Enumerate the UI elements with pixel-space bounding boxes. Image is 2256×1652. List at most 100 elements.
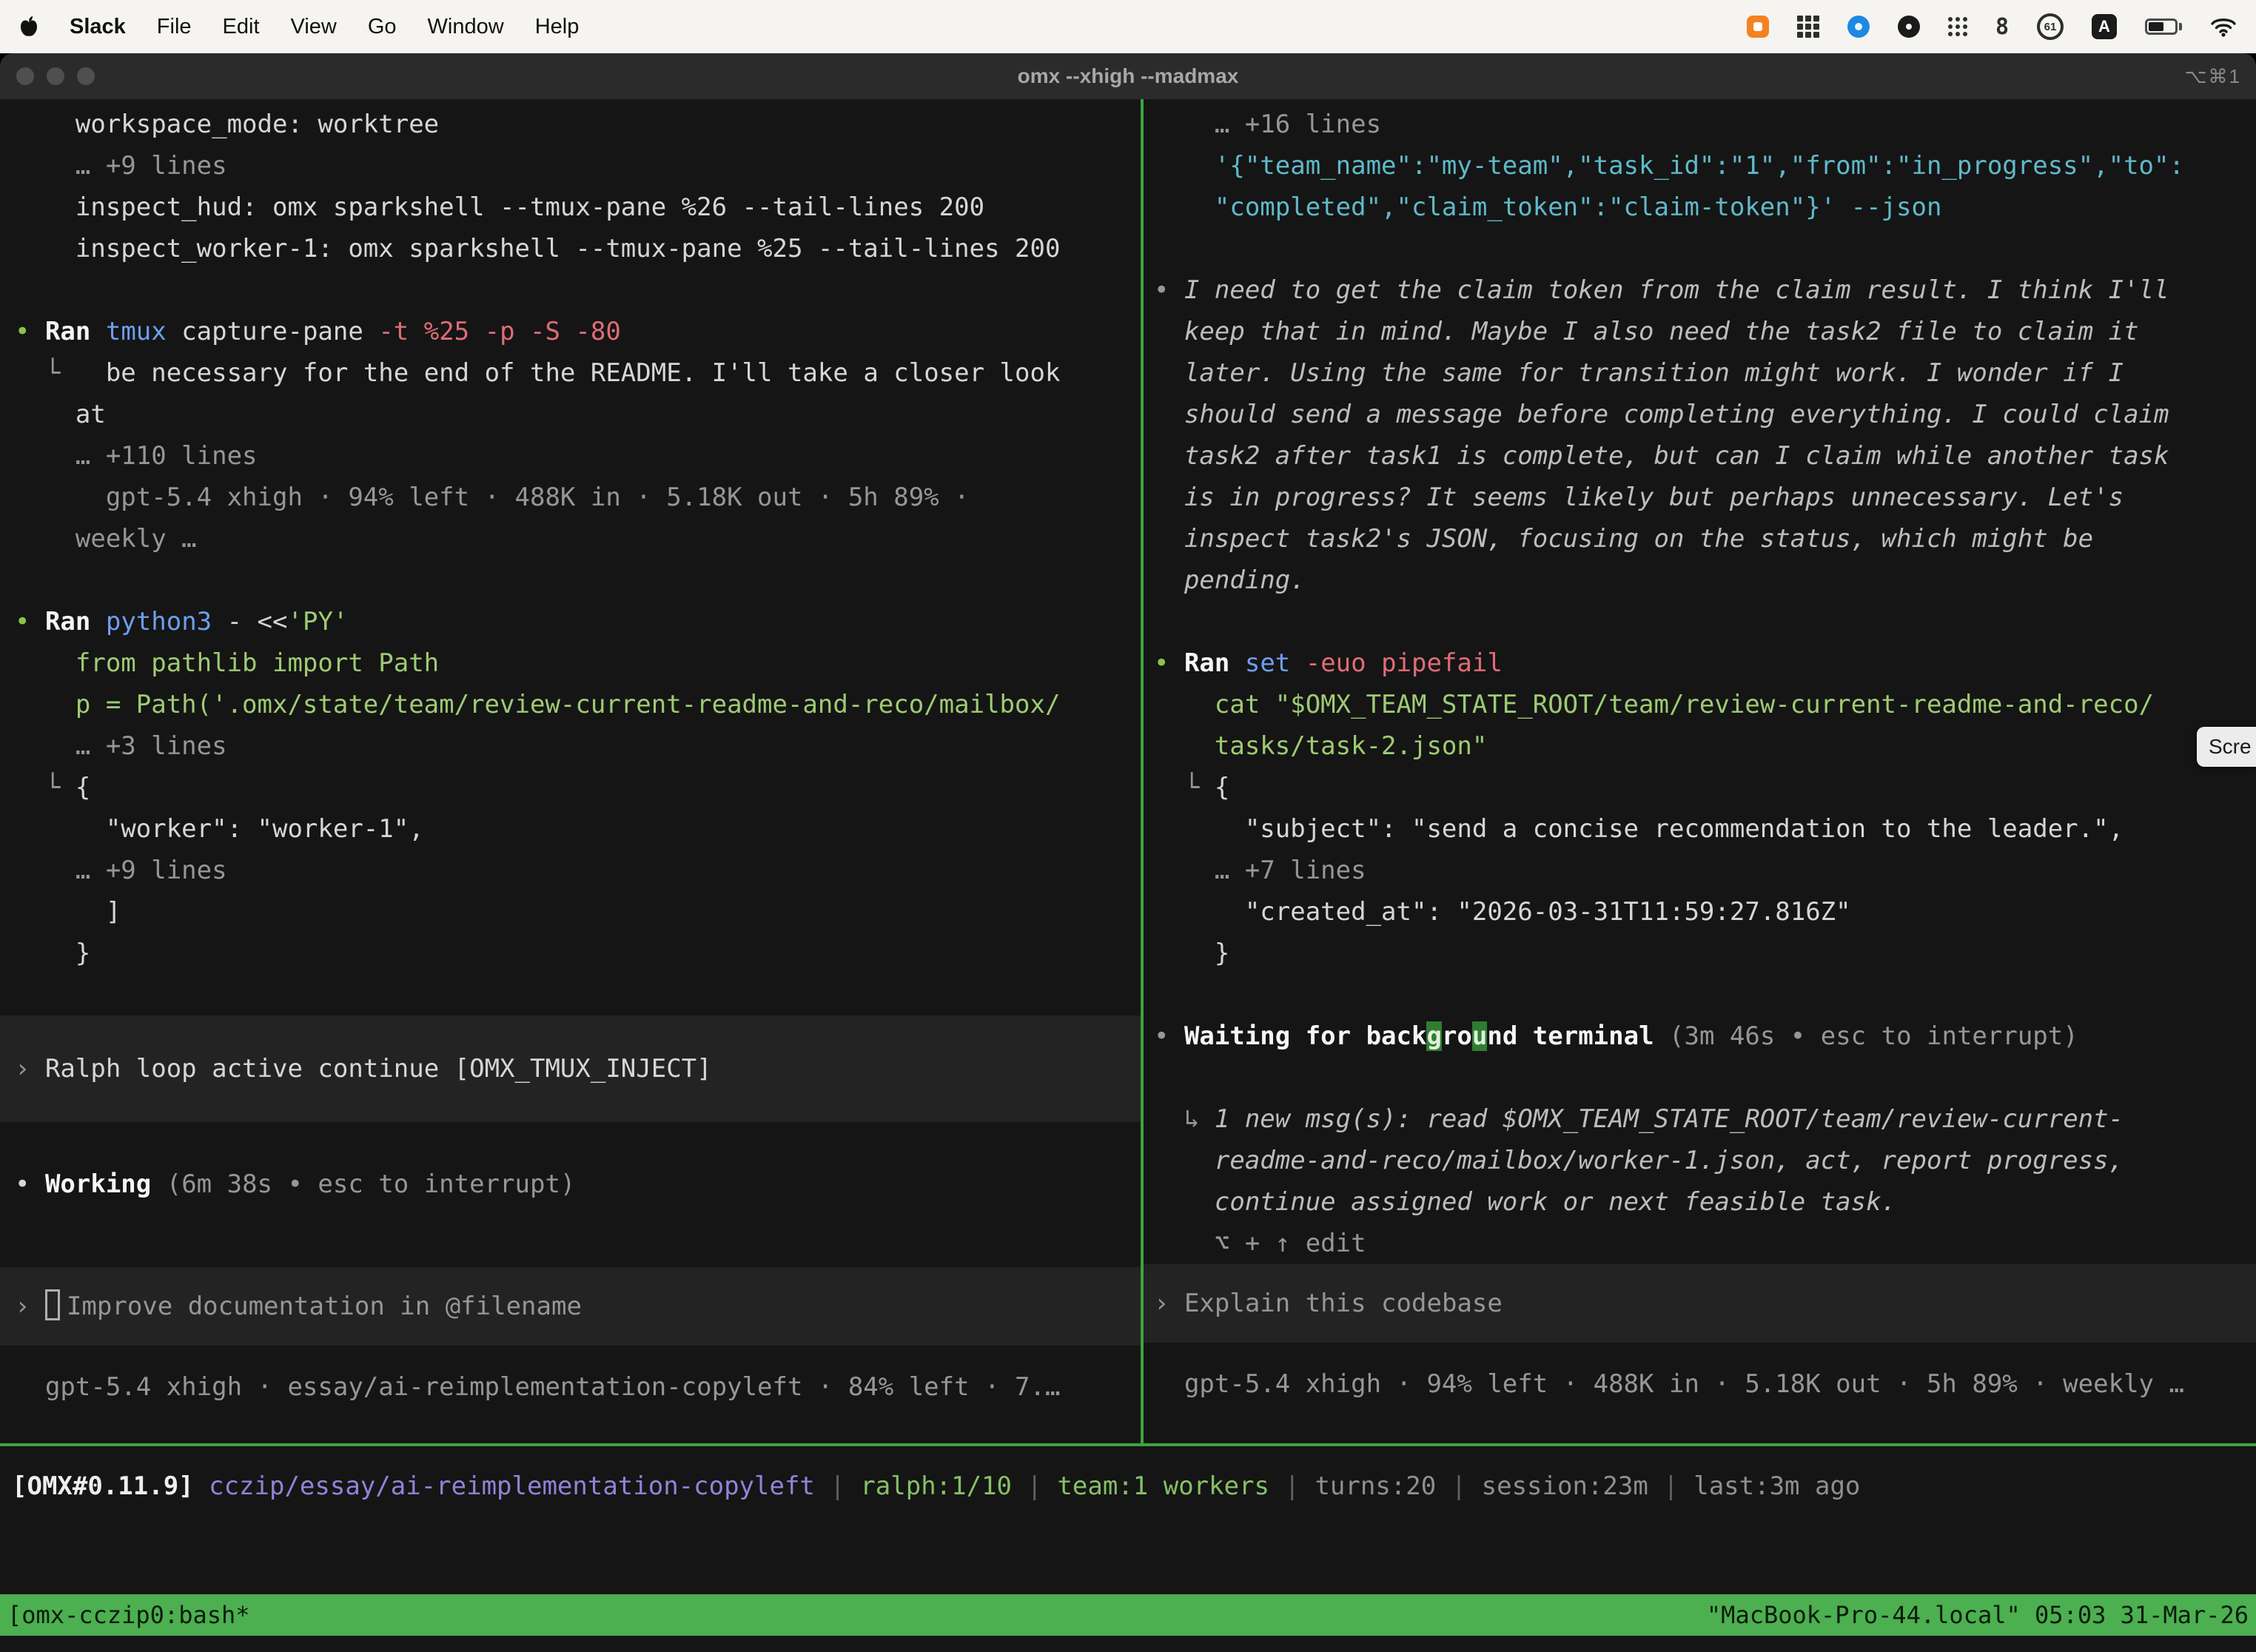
terminal-text: } [15, 939, 90, 968]
input-source-icon[interactable]: A [2092, 9, 2117, 44]
terminal-text: | [1648, 1471, 1693, 1501]
terminal-text: (6m 38s • esc to interrupt) [151, 1169, 575, 1199]
terminal-line: └ { [15, 767, 1141, 808]
terminal-line: "completed","claim_token":"claim-token"}… [1154, 187, 2256, 228]
terminal-line: inspect_hud: omx sparkshell --tmux-pane … [15, 187, 1141, 228]
terminal-text: … +110 lines [15, 441, 258, 471]
terminal-text: team:1 workers [1057, 1471, 1269, 1501]
terminal-text: "subject": "send a concise recommendatio… [1154, 814, 2124, 844]
terminal-text: "created_at": "2026-03-31T11:59:27.816Z" [1154, 897, 1851, 927]
terminal-line: └ { [1154, 767, 2256, 808]
terminal-text: turns:20 [1315, 1471, 1436, 1501]
terminal-text: p = Path('.omx/state/team/review-current… [15, 690, 1060, 719]
terminal-text: from pathlib import Path [15, 648, 439, 678]
terminal-text: } [1154, 939, 1229, 968]
terminal-text: gpt-5.4 xhigh · 94% left · 488K in · 5.1… [15, 483, 970, 512]
screen-recording-indicator-icon[interactable] [1747, 9, 1769, 44]
menu-item-edit[interactable]: Edit [223, 15, 260, 39]
minimize-button[interactable] [47, 67, 64, 85]
terminal-text: • [15, 1169, 45, 1199]
blue-orb-icon[interactable] [1847, 9, 1870, 44]
terminal-line: from pathlib import Path [15, 642, 1141, 684]
terminal-line: … +16 lines [1154, 104, 2256, 145]
terminal-line: gpt-5.4 xhigh · 94% left · 488K in · 5.1… [15, 477, 1141, 518]
battery-icon[interactable] [2145, 9, 2182, 44]
menu-item-help[interactable]: Help [535, 15, 580, 39]
close-button[interactable] [16, 67, 34, 85]
traffic-lights [16, 53, 95, 99]
composer-input[interactable]: › Explain this codebase [1144, 1264, 2256, 1343]
terminal-line: … +9 lines [15, 145, 1141, 187]
terminal-text: "worker": "worker-1", [15, 814, 424, 844]
terminal-text: Waiting for back [1184, 1021, 1427, 1051]
menu-bar-status-icons: 8 61 A [1747, 9, 2237, 44]
left-pane[interactable]: workspace_mode: worktree … +9 lines insp… [0, 99, 1141, 1443]
terminal-text: set [1245, 648, 1306, 678]
terminal-text: … +3 lines [15, 731, 227, 761]
terminal-text: gpt-5.4 xhigh · essay/ai-reimplementatio… [15, 1372, 1060, 1402]
omx-status-line: [OMX#0.11.9] cczip/essay/ai-reimplementa… [12, 1465, 2256, 1507]
terminal-text: -t %25 -p -S -80 [378, 317, 621, 346]
terminal-text: capture-pane [181, 317, 378, 346]
window-title: omx --xhigh --madmax [1018, 64, 1239, 88]
dots-grid-icon[interactable] [1948, 9, 1967, 44]
dark-circle-icon[interactable] [1898, 9, 1920, 44]
terminal-text: ralph:1/10 [860, 1471, 1012, 1501]
terminal-text: └ [15, 358, 106, 388]
queued-message: › Ralph loop active continue [OMX_TMUX_I… [0, 1015, 1141, 1122]
terminal-text: gpt-5.4 xhigh · 94% left · 488K in · 5.1… [1154, 1369, 2184, 1399]
terminal-text: ] [15, 897, 121, 927]
terminal-text: Working [45, 1169, 151, 1199]
terminal-line: continue assigned work or next feasible … [1154, 1181, 2256, 1223]
terminal-text: Ran [45, 317, 106, 346]
terminal-text: task2 after task1 is complete, but can I… [1154, 441, 2169, 471]
tmux-status-bar: [omx-cczip0:bash* "MacBook-Pro-44.local"… [0, 1594, 2256, 1636]
terminal-line: later. Using the same for transition mig… [1154, 352, 2256, 394]
terminal-text: ⌥ + ↑ edit [1154, 1229, 1366, 1258]
gripper-icon[interactable]: 8 [1995, 9, 2009, 44]
terminal-text: • [1154, 275, 1184, 305]
terminal-text: should send a message before completing … [1154, 400, 2169, 429]
pane-bottom-border [0, 1443, 2256, 1446]
menu-item-file[interactable]: File [157, 15, 192, 39]
battery-ring-icon[interactable]: 61 [2037, 9, 2064, 44]
terminal-text: (3m 46s • esc to interrupt) [1654, 1021, 2078, 1051]
terminal-text: be necessary for the end of the README. … [106, 358, 1061, 388]
terminal-line: pending. [1154, 560, 2256, 601]
menu-item-go[interactable]: Go [368, 15, 397, 39]
window-grid-icon[interactable] [1797, 9, 1819, 44]
terminal-line: "worker": "worker-1", [15, 808, 1141, 850]
terminal-text: 'PY' [288, 607, 349, 637]
window-titlebar[interactable]: omx --xhigh --madmax ⌥⌘1 [0, 53, 2256, 99]
menu-item-window[interactable]: Window [428, 15, 504, 39]
composer-input[interactable]: › Improve documentation in @filename [0, 1267, 1141, 1346]
terminal-text: inspect_worker-1: omx sparkshell --tmux-… [15, 234, 1060, 263]
terminal-line: keep that in mind. Maybe I also need the… [1154, 311, 2256, 352]
terminal-text: "completed","claim_token":"claim-token"}… [1154, 192, 1941, 222]
text-cursor [45, 1289, 60, 1320]
terminal-line: … +9 lines [15, 850, 1141, 891]
terminal-text: | [1269, 1471, 1315, 1501]
terminal-window: omx --xhigh --madmax ⌥⌘1 workspace_mode:… [0, 53, 2256, 1652]
terminal-text: last:3m ago [1693, 1471, 1860, 1501]
terminal-line: • I need to get the claim token from the… [1154, 269, 2256, 311]
terminal-text: - << [227, 607, 288, 637]
terminal-line: inspect_worker-1: omx sparkshell --tmux-… [15, 228, 1141, 269]
terminal-text: [OMX#0.11.9] [12, 1471, 209, 1501]
menu-app-name[interactable]: Slack [70, 15, 126, 39]
menu-item-view[interactable]: View [291, 15, 337, 39]
terminal-text: • [15, 607, 45, 637]
terminal-text: Ran [45, 607, 106, 637]
terminal-text: g [1426, 1021, 1441, 1051]
terminal-text: at [15, 400, 106, 429]
terminal-text: └ [1154, 773, 1215, 802]
apple-menu-icon[interactable] [19, 9, 38, 44]
terminal-line [1154, 228, 2256, 269]
terminal-line: '{"team_name":"my-team","task_id":"1","f… [1154, 145, 2256, 187]
zoom-button[interactable] [77, 67, 95, 85]
right-pane[interactable]: … +16 lines '{"team_name":"my-team","tas… [1144, 99, 2256, 1443]
wifi-icon[interactable] [2210, 9, 2237, 44]
terminal-text: keep that in mind. Maybe I also need the… [1154, 317, 2139, 346]
terminal-line: … +3 lines [15, 725, 1141, 767]
terminal-text: › [15, 1292, 45, 1321]
